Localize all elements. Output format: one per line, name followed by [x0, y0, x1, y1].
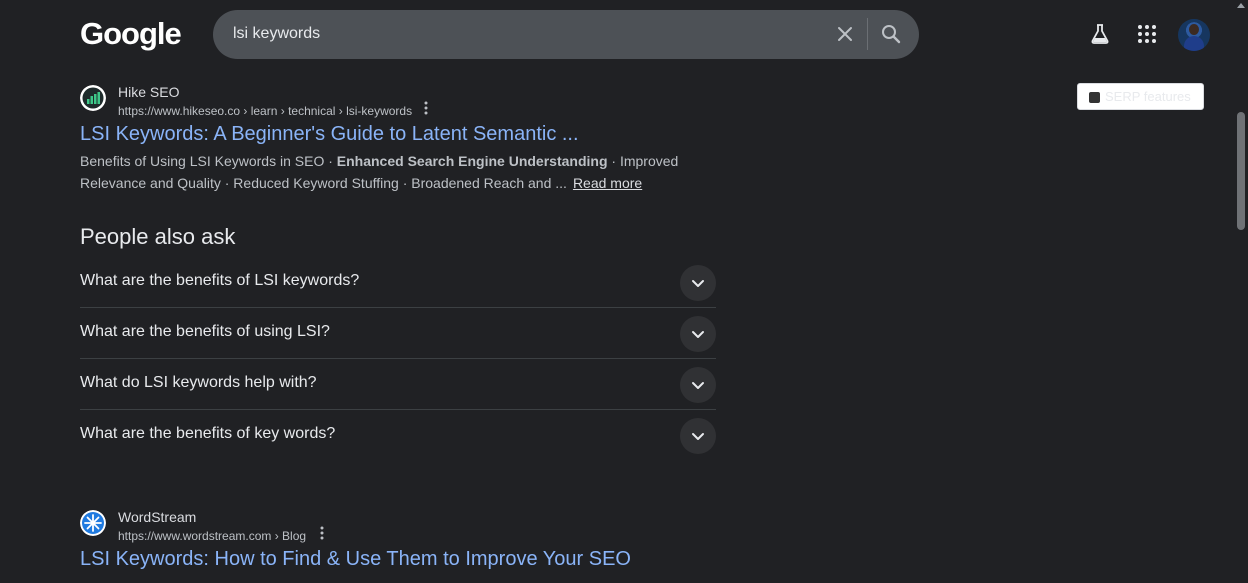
- paa-question-text: What are the benefits of LSI keywords?: [80, 272, 360, 289]
- search-input[interactable]: lsi keywords: [233, 25, 320, 43]
- google-logo[interactable]: Google: [80, 16, 182, 52]
- chevron-down-icon[interactable]: [680, 316, 716, 352]
- paa-question-text: What are the benefits of key words?: [80, 425, 336, 442]
- chevron-down-icon[interactable]: [680, 265, 716, 301]
- snippet-bold: Enhanced Search Engine Understanding: [336, 153, 608, 169]
- site-name[interactable]: WordStream: [118, 509, 196, 525]
- avatar-body: [1184, 36, 1204, 51]
- paa-question-3[interactable]: What do LSI keywords help with?: [80, 359, 716, 410]
- paa-question-text: What are the benefits of using LSI?: [80, 323, 330, 340]
- scroll-thumb[interactable]: [1237, 112, 1245, 230]
- close-icon[interactable]: [833, 22, 857, 46]
- serp-features-icon: [1089, 92, 1100, 103]
- result-title-link[interactable]: LSI Keywords: A Beginner's Guide to Late…: [80, 123, 579, 146]
- snippet-text: Benefits of Using LSI Keywords in SEO ·: [80, 153, 337, 169]
- scroll-up-arrow[interactable]: [1237, 3, 1245, 8]
- paa-question-1[interactable]: What are the benefits of LSI keywords?: [80, 257, 716, 308]
- more-options-icon[interactable]: [314, 525, 330, 541]
- serp-features-label: SERP features: [1105, 89, 1191, 104]
- search-divider: [867, 18, 868, 50]
- serp-features-button[interactable]: SERP features: [1077, 83, 1204, 110]
- search-icon[interactable]: [879, 22, 903, 46]
- avatar[interactable]: [1178, 19, 1210, 51]
- site-url[interactable]: https://www.wordstream.com › Blog: [118, 529, 306, 543]
- site-name[interactable]: Hike SEO: [118, 84, 179, 100]
- more-options-icon[interactable]: [418, 100, 434, 116]
- scrollbar[interactable]: [1234, 0, 1248, 583]
- read-more-link[interactable]: Read more: [573, 175, 642, 191]
- paa-question-4[interactable]: What are the benefits of key words?: [80, 410, 716, 461]
- result-title-link[interactable]: LSI Keywords: How to Find & Use Them to …: [80, 548, 631, 571]
- chevron-down-icon[interactable]: [680, 418, 716, 454]
- apps-grid-icon[interactable]: [1135, 22, 1159, 46]
- chevron-down-icon[interactable]: [680, 367, 716, 403]
- result-snippet: Benefits of Using LSI Keywords in SEO · …: [80, 150, 680, 194]
- avatar-head: [1189, 24, 1199, 35]
- hikeseo-favicon[interactable]: [80, 85, 106, 111]
- paa-question-text: What do LSI keywords help with?: [80, 374, 317, 391]
- paa-question-2[interactable]: What are the benefits of using LSI?: [80, 308, 716, 359]
- search-box[interactable]: lsi keywords: [213, 10, 919, 59]
- flask-icon[interactable]: [1088, 22, 1112, 46]
- people-also-ask-heading: People also ask: [80, 224, 236, 249]
- wordstream-favicon[interactable]: [80, 510, 106, 536]
- site-url[interactable]: https://www.hikeseo.co › learn › technic…: [118, 104, 412, 118]
